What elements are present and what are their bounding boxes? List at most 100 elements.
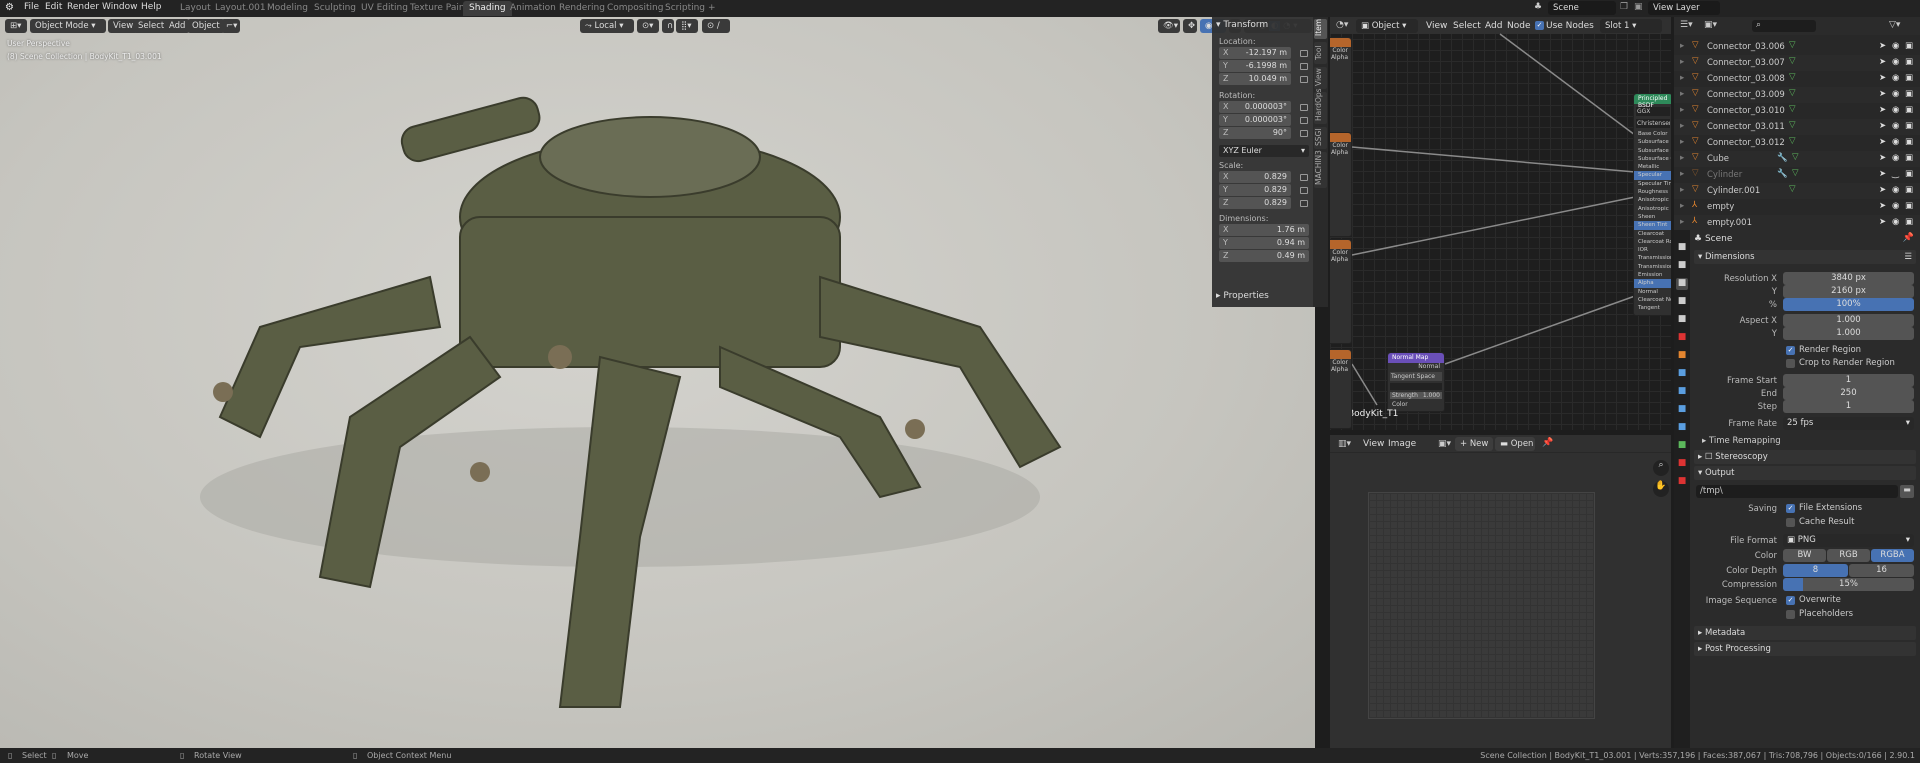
menu-edit[interactable]: Edit [45,2,62,12]
image-texture-header[interactable] [1330,350,1351,359]
image-texture-header[interactable] [1330,133,1351,142]
aspect-x-field[interactable]: 1.000 [1783,314,1914,327]
data-properties-tab-icon[interactable]: ■ [1676,440,1688,452]
mesh-data-icon[interactable]: ▽ [1789,88,1796,98]
render-region-checkbox[interactable]: ✓ [1786,346,1795,355]
outliner-row[interactable]: ▸ ▽ Connector_03.007 ▽ ➤ ◉ ▣ [1674,55,1920,71]
outliner-row[interactable]: ▸ ▽ Cylinder.001 ▽ ➤ ◉ ▣ [1674,183,1920,199]
outliner-row[interactable]: ▸ ▽ Cylinder 🔧 ▽ ➤ ‿ ▣ [1674,167,1920,183]
location-x-field[interactable]: X -12.197 m [1219,47,1291,59]
dimensions-section[interactable]: ▾ Dimensions ☰ [1694,250,1916,264]
render-camera-icon[interactable]: ▣ [1905,153,1913,163]
filter-scene-icon[interactable]: ▣▾ [1704,20,1717,30]
color-input-socket[interactable]: Color [1388,401,1444,408]
output-path-input[interactable]: /tmp\ [1696,485,1898,498]
color-mode-rgba-button[interactable]: RGBA [1871,549,1914,562]
crop-to-render-region-checkbox[interactable] [1786,359,1795,368]
bsdf-input-sheen[interactable]: Sheen [1634,213,1671,221]
menu-render[interactable]: Render [67,2,99,12]
outliner-row[interactable]: ▸ ▽ Connector_03.012 ▽ ➤ ◉ ▣ [1674,135,1920,151]
physics-properties-tab-icon[interactable]: ■ [1676,404,1688,416]
mesh-data-icon[interactable]: ▽ [1789,56,1796,66]
texture-output-alpha[interactable]: Alpha [1330,256,1351,263]
uv-map-field[interactable] [1390,383,1442,390]
render-camera-icon[interactable]: ▣ [1905,137,1913,147]
texture-output-color[interactable]: Color [1330,142,1351,149]
view-layer-selector[interactable]: View Layer [1648,1,1720,15]
pan-hand-icon[interactable]: ✋ [1653,481,1669,497]
image-editor[interactable]: ▥▾ View Image ▣▾ + New ▬ Open 📌 ⌕ ✋ [1330,435,1671,748]
image-texture-node[interactable]: Color Alpha [1330,239,1352,344]
texture-output-color[interactable]: Color [1330,359,1351,366]
render-camera-icon[interactable]: ▣ [1905,73,1913,83]
expand-arrow-icon[interactable]: ▸ [1680,201,1684,211]
expand-arrow-icon[interactable]: ▸ [1680,41,1684,51]
compression-slider[interactable]: 15% [1783,578,1914,591]
mesh-data-icon[interactable]: ▽ [1789,40,1796,50]
stereoscopy-section[interactable]: ▸ ☐ Stereoscopy [1694,450,1916,464]
render-camera-icon[interactable]: ▣ [1905,185,1913,195]
expand-arrow-icon[interactable]: ▸ [1680,169,1684,179]
tab-sculpting[interactable]: Sculpting [308,1,362,16]
frame-end-field[interactable]: 250 [1783,387,1914,400]
render-camera-icon[interactable]: ▣ [1905,169,1913,179]
render-properties-tab-icon[interactable]: ■ [1676,260,1688,272]
selectable-arrow-icon[interactable]: ➤ [1879,41,1886,51]
outliner-row[interactable]: ▸ ⅄ empty.001 ➤ ◉ ▣ [1674,215,1920,231]
image-texture-header[interactable] [1330,240,1351,249]
visibility-eye-icon[interactable]: ◉ [1892,201,1899,211]
bsdf-input-transmission-roughness[interactable]: Transmission Roughness [1634,263,1671,271]
modifier-wrench-icon[interactable]: 🔧 [1777,153,1788,163]
outliner-row[interactable]: ▸ ▽ Connector_03.010 ▽ ➤ ◉ ▣ [1674,103,1920,119]
color-depth-16-button[interactable]: 16 [1849,564,1914,577]
file-format-dropdown[interactable]: ▣ PNG ▾ [1783,534,1914,547]
texture-output-alpha[interactable]: Alpha [1330,54,1351,61]
selectable-arrow-icon[interactable]: ➤ [1879,169,1886,179]
bsdf-input-emission[interactable]: Emission [1634,271,1671,279]
outliner-item-name[interactable]: empty [1707,202,1734,212]
frame-rate-dropdown[interactable]: 25 fps ▾ [1783,417,1914,430]
expand-arrow-icon[interactable]: ▸ [1680,105,1684,115]
image-browse-icon[interactable]: ▣▾ [1438,439,1451,449]
mesh-data-icon[interactable]: ▽ [1792,152,1799,162]
bsdf-input-anisotropic[interactable]: Anisotropic [1634,196,1671,204]
selectable-arrow-icon[interactable]: ➤ [1879,153,1886,163]
selectable-arrow-icon[interactable]: ➤ [1879,105,1886,115]
time-remapping-subpanel[interactable]: ▸ Time Remapping [1702,436,1781,446]
bsdf-input-subsurface[interactable]: Subsurface [1634,138,1671,146]
outliner-item-name[interactable]: Connector_03.010 [1707,106,1785,116]
selectable-arrow-icon[interactable]: ➤ [1879,201,1886,211]
outliner-search-input[interactable]: ⌕ [1752,20,1816,32]
visibility-eye-icon[interactable]: ◉ [1892,185,1899,195]
constraints-properties-tab-icon[interactable]: ■ [1676,422,1688,434]
bsdf-input-sheen-tint[interactable]: Sheen Tint [1634,221,1671,230]
selectable-arrow-icon[interactable]: ➤ [1879,185,1886,195]
lock-icon[interactable] [1300,200,1308,207]
resolution-percent-field[interactable]: 100% [1783,298,1914,311]
image-canvas[interactable] [1368,492,1595,719]
scene-icon[interactable]: ♣ [1534,2,1542,12]
lock-icon[interactable] [1300,50,1308,57]
color-depth-8-button[interactable]: 8 [1783,564,1848,577]
texture-output-color[interactable]: Color [1330,47,1351,54]
bsdf-input-subsurface-color[interactable]: Subsurface Color [1634,155,1671,163]
scene-selector[interactable]: Scene [1548,1,1616,15]
render-camera-icon[interactable]: ▣ [1905,217,1913,227]
visibility-eye-icon[interactable]: ◉ [1892,121,1899,131]
location-z-field[interactable]: Z 10.049 m [1219,73,1291,85]
tab-modeling[interactable]: Modeling [261,1,314,16]
3d-viewport[interactable]: ⊞▾ Object Mode ▾ View Select Add Object … [0,17,1315,748]
visibility-eye-icon[interactable]: ◉ [1892,89,1899,99]
expand-arrow-icon[interactable]: ▸ [1680,57,1684,67]
bsdf-input-alpha[interactable]: Alpha [1634,279,1671,288]
overwrite-checkbox[interactable]: ✓ [1786,596,1795,605]
outliner-item-name[interactable]: Connector_03.012 [1707,138,1785,148]
lock-icon[interactable] [1300,76,1308,83]
strength-field[interactable]: Strength 1.000 [1390,392,1442,399]
filter-icon[interactable]: ▽▾ [1889,20,1900,30]
normal-output-socket[interactable]: Normal [1388,363,1444,370]
display-mode-icon[interactable]: ☰▾ [1680,20,1693,30]
output-properties-tab-icon[interactable]: ■ [1676,278,1688,290]
bsdf-input-base-color[interactable]: Base Color [1634,130,1671,138]
lock-icon[interactable] [1300,187,1308,194]
